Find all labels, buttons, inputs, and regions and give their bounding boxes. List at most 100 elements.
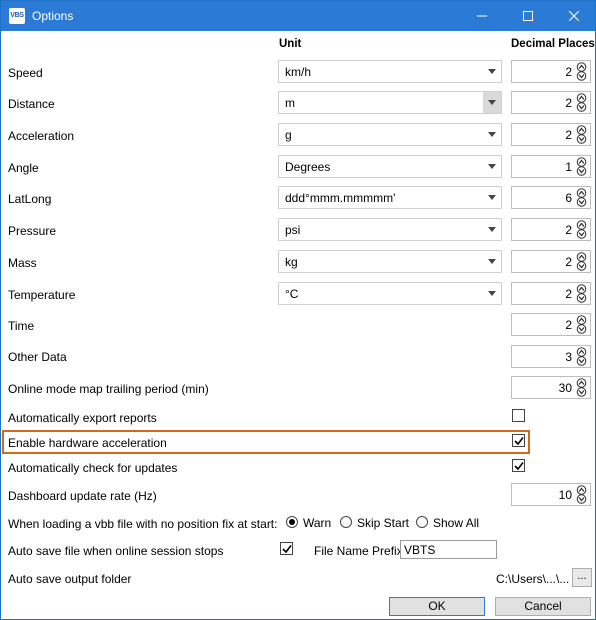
radio-warn-label[interactable]: Warn — [303, 516, 331, 530]
latlong-decimals-spinner[interactable]: 6 — [511, 186, 591, 209]
close-icon — [568, 10, 580, 22]
spinner-arrows-icon[interactable] — [574, 125, 589, 144]
file-prefix-input[interactable]: VBTS — [400, 540, 497, 559]
mass-decimals-value: 2 — [565, 255, 572, 269]
chevron-down-icon — [483, 156, 501, 177]
pressure-unit-select[interactable]: psi — [278, 218, 502, 241]
close-button[interactable] — [551, 1, 596, 31]
file-prefix-label: File Name Prefix — [314, 544, 403, 558]
browse-folder-button[interactable]: ... — [572, 568, 592, 587]
speed-label: Speed — [8, 66, 43, 80]
acceleration-label: Acceleration — [8, 129, 75, 143]
spinner-arrows-icon[interactable] — [574, 62, 589, 81]
pressure-label: Pressure — [8, 224, 57, 238]
angle-label: Angle — [8, 161, 39, 175]
latlong-label: LatLong — [8, 192, 52, 206]
minimize-button[interactable] — [459, 1, 505, 31]
acceleration-unit-select[interactable]: g — [278, 123, 502, 146]
radio-show-all-label[interactable]: Show All — [433, 516, 479, 530]
mass-unit-select[interactable]: kg — [278, 250, 502, 273]
acceleration-decimals-value: 2 — [565, 128, 572, 142]
time-decimals-spinner[interactable]: 2 — [511, 313, 591, 336]
pressure-unit-value: psi — [285, 223, 301, 237]
spinner-arrows-icon[interactable] — [574, 157, 589, 176]
auto-save-checkbox[interactable] — [280, 542, 293, 555]
angle-unit-select[interactable]: Degrees — [278, 155, 502, 178]
radio-show-all[interactable] — [416, 516, 428, 528]
hw-accel-label: Enable hardware acceleration — [8, 436, 167, 450]
other-data-label: Other Data — [8, 350, 67, 364]
time-decimals-value: 2 — [565, 318, 572, 332]
acceleration-decimals-spinner[interactable]: 2 — [511, 123, 591, 146]
other-data-decimals-spinner[interactable]: 3 — [511, 345, 591, 368]
mass-unit-value: kg — [285, 255, 298, 269]
radio-skip-start-label[interactable]: Skip Start — [357, 516, 409, 530]
auto-update-checkbox[interactable] — [512, 459, 525, 472]
maximize-button[interactable] — [505, 1, 551, 31]
output-folder-label: Auto save output folder — [8, 572, 132, 586]
temperature-label: Temperature — [8, 288, 76, 302]
spinner-arrows-icon[interactable] — [574, 252, 589, 271]
spinner-arrows-icon[interactable] — [574, 315, 589, 334]
chevron-down-icon — [483, 219, 501, 240]
output-folder-path: C:\Users\...\... — [496, 572, 570, 586]
spinner-arrows-icon[interactable] — [574, 284, 589, 303]
distance-decimals-spinner[interactable]: 2 — [511, 91, 591, 114]
chevron-down-icon — [483, 283, 501, 304]
dashboard-rate-value: 10 — [558, 488, 572, 502]
maximize-icon — [523, 11, 533, 21]
unit-column-header: Unit — [279, 38, 302, 50]
options-window: VBS Options Unit Decimal Places Speed km… — [0, 0, 596, 620]
dashboard-rate-label: Dashboard update rate (Hz) — [8, 489, 157, 503]
other-data-decimals-value: 3 — [565, 350, 572, 364]
angle-decimals-spinner[interactable]: 1 — [511, 155, 591, 178]
spinner-arrows-icon[interactable] — [574, 485, 589, 504]
checkmark-icon — [514, 462, 524, 471]
chevron-down-icon — [483, 251, 501, 272]
no-fix-label: When loading a vbb file with no position… — [8, 517, 278, 531]
ok-button[interactable]: OK — [389, 597, 485, 616]
temperature-unit-value: °C — [285, 287, 299, 301]
mass-decimals-spinner[interactable]: 2 — [511, 250, 591, 273]
map-trailing-label: Online mode map trailing period (min) — [8, 382, 209, 396]
auto-export-label: Automatically export reports — [8, 411, 157, 425]
speed-decimals-value: 2 — [565, 65, 572, 79]
spinner-arrows-icon[interactable] — [574, 220, 589, 239]
spinner-arrows-icon[interactable] — [574, 347, 589, 366]
temperature-unit-select[interactable]: °C — [278, 282, 502, 305]
checkmark-icon — [514, 437, 524, 446]
map-trailing-spinner[interactable]: 30 — [511, 376, 591, 399]
temperature-decimals-value: 2 — [565, 287, 572, 301]
latlong-decimals-value: 6 — [565, 191, 572, 205]
time-label: Time — [8, 319, 35, 333]
spinner-arrows-icon[interactable] — [574, 378, 589, 397]
auto-update-label: Automatically check for updates — [8, 461, 178, 475]
distance-decimals-value: 2 — [565, 96, 572, 110]
decimal-places-column-header: Decimal Places — [511, 38, 595, 50]
temperature-decimals-spinner[interactable]: 2 — [511, 282, 591, 305]
chevron-down-icon — [483, 92, 501, 113]
title-bar[interactable]: VBS Options — [1, 1, 595, 31]
hw-accel-checkbox[interactable] — [512, 434, 525, 447]
dashboard-rate-spinner[interactable]: 10 — [511, 483, 591, 506]
acceleration-unit-value: g — [285, 128, 292, 142]
radio-skip-start[interactable] — [340, 516, 352, 528]
auto-export-checkbox[interactable] — [512, 409, 525, 422]
spinner-arrows-icon[interactable] — [574, 188, 589, 207]
minimize-icon — [477, 15, 487, 17]
distance-unit-select[interactable]: m — [278, 91, 502, 114]
radio-warn[interactable] — [286, 516, 298, 528]
latlong-unit-select[interactable]: ddd°mmm.mmmmm' — [278, 186, 502, 209]
speed-unit-value: km/h — [285, 65, 312, 79]
angle-unit-value: Degrees — [285, 160, 331, 174]
speed-unit-select[interactable]: km/h — [278, 60, 502, 83]
cancel-button[interactable]: Cancel — [495, 597, 591, 616]
spinner-arrows-icon[interactable] — [574, 93, 589, 112]
map-trailing-value: 30 — [558, 381, 572, 395]
checkmark-icon — [282, 545, 292, 554]
pressure-decimals-spinner[interactable]: 2 — [511, 218, 591, 241]
speed-decimals-spinner[interactable]: 2 — [511, 60, 591, 83]
app-logo-icon: VBS — [9, 8, 25, 24]
chevron-down-icon — [483, 124, 501, 145]
auto-save-label: Auto save file when online session stops — [8, 544, 224, 558]
